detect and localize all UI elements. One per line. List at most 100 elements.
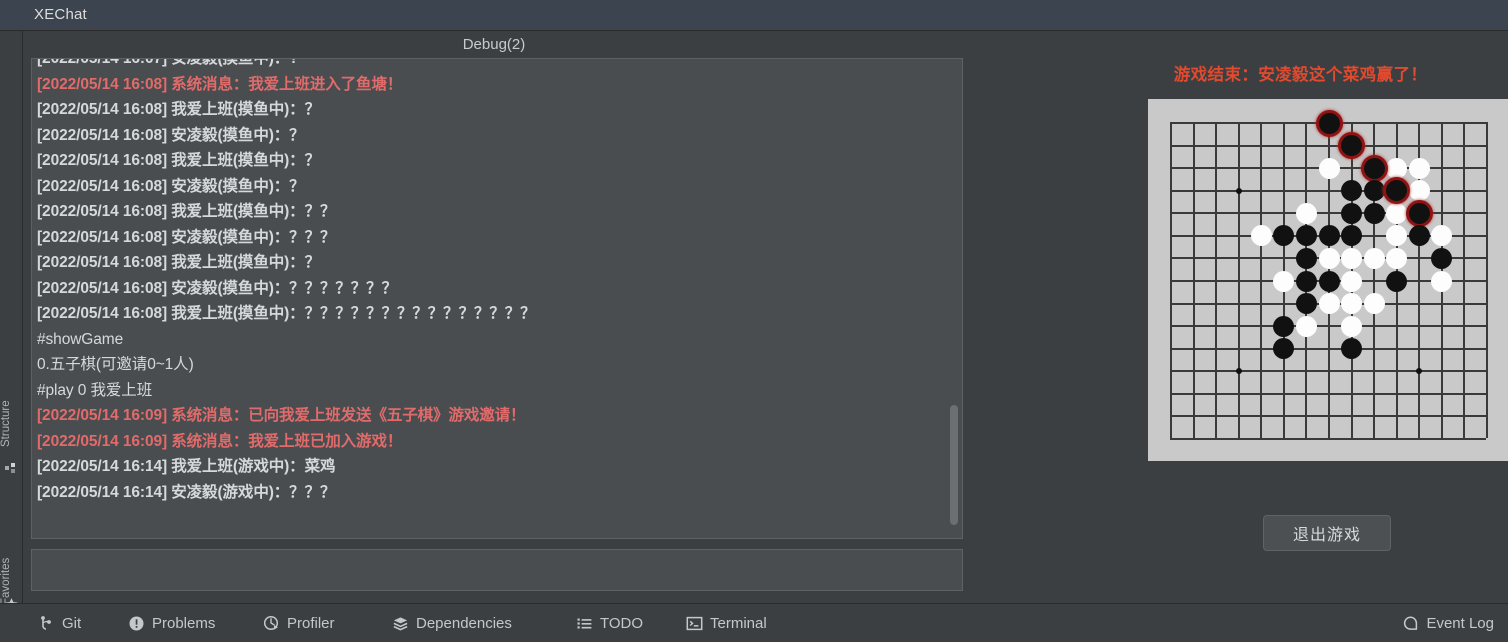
list-icon <box>576 615 593 632</box>
board-stone-white[interactable] <box>1341 315 1363 337</box>
warning-circle-icon <box>128 615 145 632</box>
board-stone-white[interactable] <box>1363 247 1385 269</box>
board-stone-white[interactable] <box>1431 225 1453 247</box>
board-stone-black-winning[interactable] <box>1408 202 1430 224</box>
board-grid-line-horizontal <box>1170 347 1486 350</box>
board-stone-black-winning[interactable] <box>1341 135 1363 157</box>
chat-log-line: [2022/05/14 16:09] 系统消息：我爱上班已加入游戏！ <box>37 432 403 450</box>
board-stone-white[interactable] <box>1318 293 1340 315</box>
board-stone-black[interactable] <box>1386 270 1408 292</box>
board-stone-black[interactable] <box>1341 225 1363 247</box>
board-stone-white[interactable] <box>1386 157 1408 179</box>
balloon-icon <box>1402 615 1419 632</box>
chat-log-panel[interactable]: [2022/05/14 16:07] 安凌毅(摸鱼中)：? [2022/05/14… <box>31 58 963 539</box>
board-stone-white[interactable] <box>1363 293 1385 315</box>
board-stone-white[interactable] <box>1341 293 1363 315</box>
chat-log-line: [2022/05/14 16:08] 我爱上班(摸鱼中)：？ <box>37 254 320 271</box>
board-grid-line-horizontal <box>1170 392 1486 395</box>
chat-log-line: [2022/05/14 16:08] 安凌毅(摸鱼中)：？ <box>37 126 305 144</box>
board-grid-line-horizontal <box>1170 415 1486 418</box>
chat-log-lines: [2022/05/14 16:07] 安凌毅(摸鱼中)：? [2022/05/14… <box>37 58 947 505</box>
board-grid-line-horizontal <box>1170 438 1486 440</box>
board-stone-black-winning[interactable] <box>1386 180 1408 202</box>
board-stone-black[interactable] <box>1431 247 1453 269</box>
chat-log-scrollbar-track[interactable] <box>949 60 961 538</box>
board-stone-black[interactable] <box>1363 180 1385 202</box>
tab-debug[interactable]: Debug(2) <box>23 31 965 58</box>
sidebar-item-favorites[interactable]: Favorites <box>0 495 23 605</box>
board-stone-black[interactable] <box>1273 315 1295 337</box>
board-stone-white[interactable] <box>1341 247 1363 269</box>
chat-log-line: [2022/05/14 16:08] 我爱上班(摸鱼中)：？？ <box>37 203 336 220</box>
status-item-label: Event Log <box>1426 615 1494 632</box>
chat-log-line: [2022/05/14 16:07] 安凌毅(摸鱼中)：? <box>37 58 299 67</box>
status-item-terminal[interactable]: Terminal <box>686 604 767 642</box>
board-stone-white[interactable] <box>1408 157 1430 179</box>
status-item-label: Terminal <box>710 615 767 632</box>
board-stone-white[interactable] <box>1318 247 1340 269</box>
board-stone-black[interactable] <box>1318 270 1340 292</box>
board-grid-line-horizontal <box>1170 370 1486 373</box>
status-bar: Git Problems Profiler Dependencies TODO … <box>0 603 1508 642</box>
chat-log-line: [2022/05/14 16:08] 我爱上班(摸鱼中)：？ <box>37 152 320 169</box>
left-tool-strip: Structure Favorites <box>0 31 23 610</box>
chat-input-container[interactable] <box>31 549 963 591</box>
layers-icon <box>392 615 409 632</box>
status-item-event-log[interactable]: Event Log <box>1402 604 1494 642</box>
board-stone-white[interactable] <box>1386 202 1408 224</box>
structure-icon <box>4 459 19 474</box>
board-stone-black[interactable] <box>1363 202 1385 224</box>
window-title: XEChat <box>34 6 87 23</box>
chat-log-line: [2022/05/14 16:09] 系统消息：已向我爱上班发送《五子棋》游戏邀… <box>37 407 526 424</box>
game-panel: 游戏结束：安凌毅这个菜鸡赢了！ 退出游戏 <box>1093 31 1508 603</box>
board-stone-white[interactable] <box>1295 315 1317 337</box>
board-stone-black-winning[interactable] <box>1363 157 1385 179</box>
board-stone-white[interactable] <box>1250 225 1272 247</box>
status-item-todo[interactable]: TODO <box>576 604 643 642</box>
board-stone-black[interactable] <box>1295 225 1317 247</box>
board-stone-black[interactable] <box>1341 180 1363 202</box>
board-stone-white[interactable] <box>1273 270 1295 292</box>
board-stone-white[interactable] <box>1341 270 1363 292</box>
ide-window: XEChat Structure Favorites Debug(2) [202… <box>0 0 1508 642</box>
chat-log-line: 0.五子棋(可邀请0~1人) <box>37 356 194 373</box>
game-result-text: 游戏结束：安凌毅这个菜鸡赢了！ <box>1173 66 1428 84</box>
chat-log-line: [2022/05/14 16:08] 我爱上班(摸鱼中)：？？？？？？？？？？？… <box>37 305 536 322</box>
board-star-point <box>1416 368 1423 375</box>
board-stone-black[interactable] <box>1273 225 1295 247</box>
board-stone-white[interactable] <box>1408 180 1430 202</box>
board-stone-black[interactable] <box>1295 270 1317 292</box>
gomoku-board-container[interactable] <box>1148 99 1508 461</box>
exit-game-button[interactable]: 退出游戏 <box>1263 515 1391 551</box>
title-bar: XEChat <box>0 0 1508 31</box>
board-stone-black-winning[interactable] <box>1318 112 1340 134</box>
status-item-label: Problems <box>152 615 216 632</box>
board-stone-white[interactable] <box>1386 247 1408 269</box>
board-star-point <box>1235 368 1242 375</box>
board-stone-white[interactable] <box>1295 202 1317 224</box>
board-stone-black[interactable] <box>1341 338 1363 360</box>
board-stone-black[interactable] <box>1318 225 1340 247</box>
status-item-git[interactable]: Git <box>38 604 81 642</box>
board-stone-white[interactable] <box>1431 270 1453 292</box>
board-star-point <box>1235 187 1242 194</box>
chat-log-line: [2022/05/14 16:14] 我爱上班(游戏中)：菜鸡 <box>37 458 336 475</box>
status-item-problems[interactable]: Problems <box>128 604 215 642</box>
profiler-icon <box>263 615 280 632</box>
board-stone-white[interactable] <box>1318 157 1340 179</box>
board-grid-line-vertical <box>1463 122 1466 438</box>
chat-input[interactable] <box>36 554 956 586</box>
board-stone-white[interactable] <box>1386 225 1408 247</box>
board-stone-black[interactable] <box>1295 293 1317 315</box>
status-item-profiler[interactable]: Profiler <box>263 604 335 642</box>
status-item-dependencies[interactable]: Dependencies <box>392 604 512 642</box>
gomoku-board[interactable] <box>1170 112 1488 440</box>
chat-log-line: [2022/05/14 16:08] 安凌毅(摸鱼中)：？？？？？？？ <box>37 279 397 297</box>
board-stone-black[interactable] <box>1295 247 1317 269</box>
board-stone-black[interactable] <box>1341 202 1363 224</box>
sidebar-item-structure[interactable]: Structure <box>0 337 23 447</box>
board-stone-black[interactable] <box>1408 225 1430 247</box>
chat-log-scrollbar-thumb[interactable] <box>950 405 958 525</box>
board-stone-black[interactable] <box>1273 338 1295 360</box>
status-item-label: TODO <box>600 615 644 632</box>
